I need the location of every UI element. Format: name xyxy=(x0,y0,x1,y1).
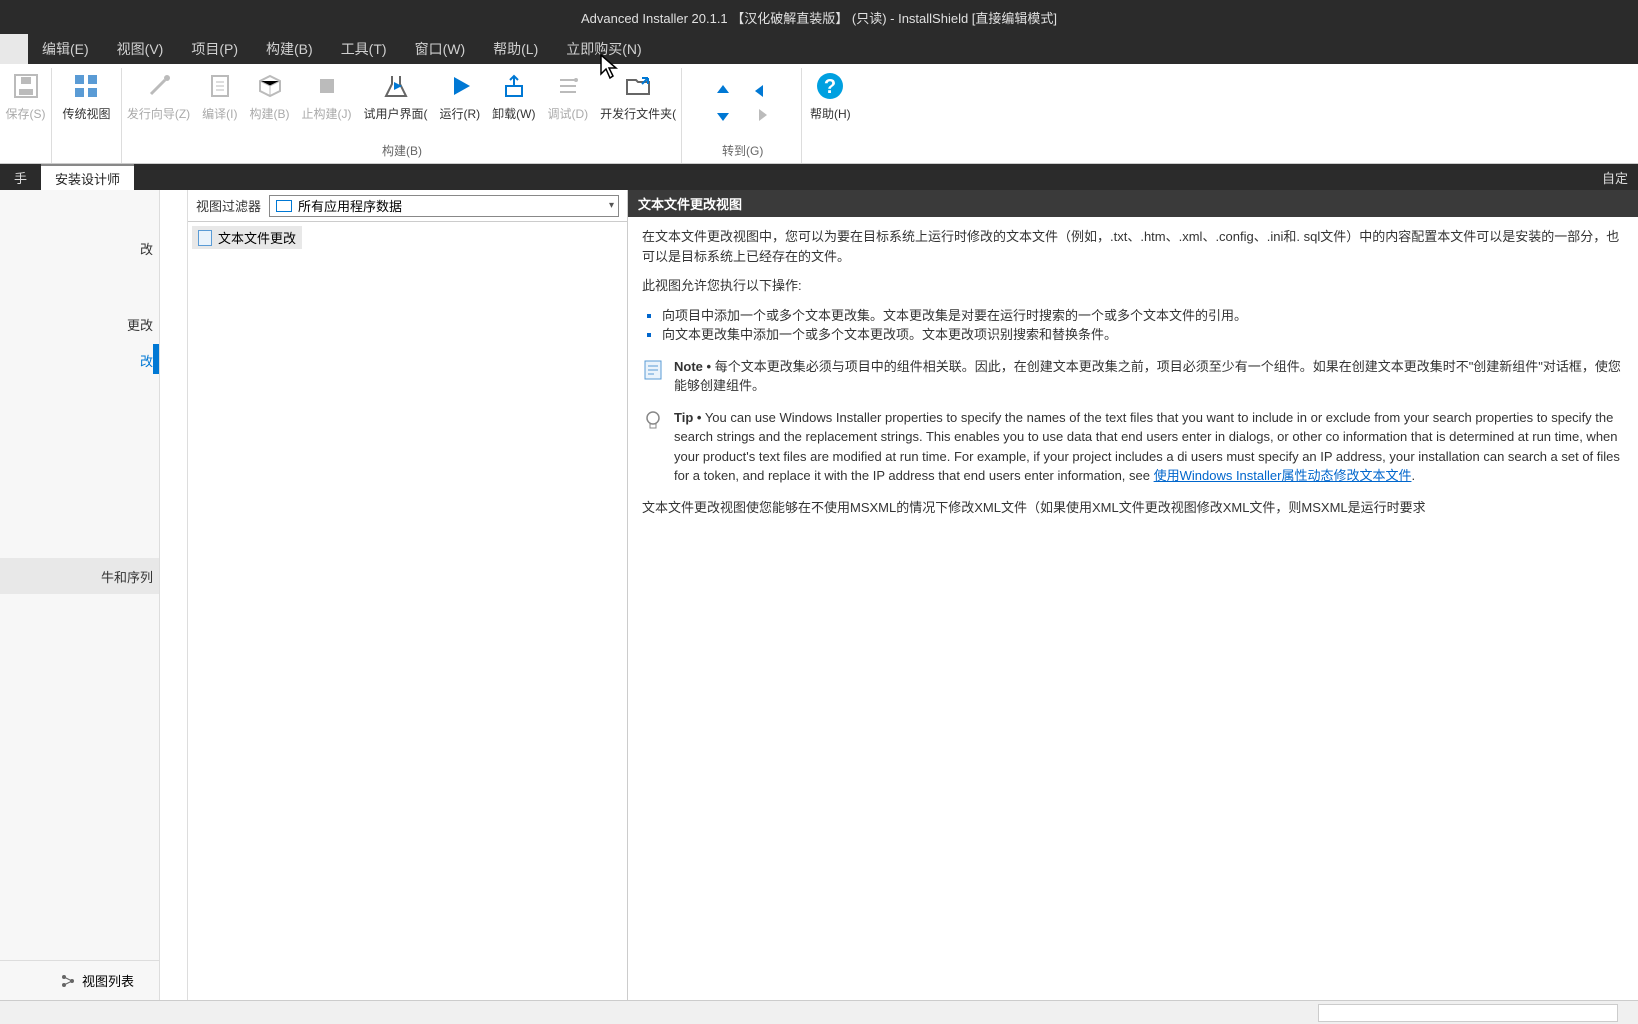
debug-icon xyxy=(552,70,584,102)
test-ui-button[interactable]: 试用户界面( xyxy=(358,68,434,124)
content-p3: 文本文件更改视图使您能够在不使用MSXML的情况下修改XML文件（如果使用XML… xyxy=(642,498,1624,518)
menu-bar: 编辑(E) 视图(V) 项目(P) 构建(B) 工具(T) 窗口(W) 帮助(L… xyxy=(0,34,1638,64)
sidebar-item-active[interactable]: 改 xyxy=(0,342,159,378)
tree-item[interactable]: 文本文件更改 xyxy=(192,226,302,249)
tip-title: Tip • xyxy=(674,410,701,425)
sidebar-item[interactable]: 改 xyxy=(0,230,159,266)
build-button[interactable]: 构建(B) xyxy=(244,68,296,124)
chevron-down-icon: ▾ xyxy=(609,200,614,211)
filter-value: 所有应用程序数据 xyxy=(298,196,402,215)
content-header: 文本文件更改视图 xyxy=(628,190,1638,217)
cube-icon xyxy=(254,70,286,102)
note-title: Note • xyxy=(674,359,711,374)
compile-button[interactable]: 编译(I) xyxy=(196,68,243,124)
tip-block: Tip • You can use Windows Installer prop… xyxy=(642,408,1624,486)
grid-icon xyxy=(70,70,102,102)
content-p2: 此视图允许您执行以下操作: xyxy=(642,276,1624,296)
menu-build[interactable]: 构建(B) xyxy=(252,34,327,64)
menu-window[interactable]: 窗口(W) xyxy=(401,34,480,64)
help-icon: ? xyxy=(814,70,846,102)
traditional-view-button[interactable]: 传统视图 xyxy=(56,68,116,124)
filter-label: 视图过滤器 xyxy=(196,196,261,215)
status-input[interactable] xyxy=(1318,1004,1618,1022)
flask-play-icon xyxy=(380,70,412,102)
ribbon-group-build-label: 构建(B) xyxy=(382,142,422,159)
tree-body: 文本文件更改 xyxy=(188,222,627,1000)
help-button[interactable]: ? 帮助(H) xyxy=(804,68,857,124)
menu-file[interactable] xyxy=(0,34,28,64)
filter-combo[interactable]: 所有应用程序数据 ▾ xyxy=(269,195,619,217)
nav-forward-icon[interactable] xyxy=(752,106,770,124)
note-icon xyxy=(642,357,664,396)
note-body: 每个文本更改集必须与项目中的组件相关联。因此，在创建文本更改集之前，项目必须至少… xyxy=(674,359,1621,394)
monitor-icon xyxy=(276,200,292,212)
title-bar: Advanced Installer 20.1.1 【汉化破解直装版】 (只读)… xyxy=(0,0,1638,34)
filter-bar: 视图过滤器 所有应用程序数据 ▾ xyxy=(188,190,627,222)
nav-up-icon[interactable] xyxy=(714,82,732,100)
stop-build-button[interactable]: 止构建(J) xyxy=(296,68,358,124)
content-li1: 向项目中添加一个或多个文本更改集。文本更改集是对要在运行时搜索的一个或多个文本文… xyxy=(662,306,1624,326)
nav-down-icon[interactable] xyxy=(714,106,732,124)
bulb-icon xyxy=(642,408,664,486)
save-icon xyxy=(10,70,42,102)
release-wizard-button[interactable]: 发行向导(Z) xyxy=(121,68,196,124)
tab-designer[interactable]: 安装设计师 xyxy=(41,164,134,190)
selection-indicator xyxy=(153,344,159,374)
content-p1: 在文本文件更改视图中，您可以为要在目标系统上运行时修改的文本文件（例如，.txt… xyxy=(642,227,1624,266)
nav-back-icon[interactable] xyxy=(752,82,770,100)
save-button[interactable]: 保存(S) xyxy=(0,68,52,124)
window-title: Advanced Installer 20.1.1 【汉化破解直装版】 (只读)… xyxy=(581,8,1057,27)
left-sidebar: 改 更改 改 牛和序列 视图列表 xyxy=(0,190,160,1000)
tab-assistant[interactable]: 手 xyxy=(0,164,41,190)
tab-custom[interactable]: 自定 xyxy=(1602,164,1638,190)
main-area: 改 更改 改 牛和序列 视图列表 视图过滤器 所有应用程序数据 ▾ 文本文件更改 xyxy=(0,190,1638,1000)
tree-pane: 视图过滤器 所有应用程序数据 ▾ 文本文件更改 xyxy=(188,190,628,1000)
tip-link[interactable]: 使用Windows Installer属性动态修改文本文件 xyxy=(1154,468,1412,483)
content-li2: 向文本更改集中添加一个或多个文本更改项。文本更改项识别搜索和替换条件。 xyxy=(662,325,1624,345)
view-list-label: 视图列表 xyxy=(82,971,134,990)
run-button[interactable]: 运行(R) xyxy=(434,68,487,124)
tab-strip: 手 安装设计师 自定 xyxy=(0,164,1638,190)
content-body: 在文本文件更改视图中，您可以为要在目标系统上运行时修改的文本文件（例如，.txt… xyxy=(628,217,1638,537)
note-block: Note • 每个文本更改集必须与项目中的组件相关联。因此，在创建文本更改集之前… xyxy=(642,357,1624,396)
ribbon-toolbar: 保存(S) 传统视图 发行向导(Z) 编译(I) 构建(B) xyxy=(0,64,1638,164)
menu-tools[interactable]: 工具(T) xyxy=(327,34,401,64)
uninstall-button[interactable]: 卸载(W) xyxy=(486,68,541,124)
folder-open-icon xyxy=(622,70,654,102)
tree-icon xyxy=(60,973,76,989)
stop-icon xyxy=(311,70,343,102)
menu-edit[interactable]: 编辑(E) xyxy=(28,34,103,64)
content-pane: 文本文件更改视图 在文本文件更改视图中，您可以为要在目标系统上运行时修改的文本文… xyxy=(628,190,1638,1000)
debug-button[interactable]: 调试(D) xyxy=(542,68,595,124)
tree-item-label: 文本文件更改 xyxy=(218,228,296,247)
menu-buy[interactable]: 立即购买(N) xyxy=(552,34,655,64)
menu-view[interactable]: 视图(V) xyxy=(103,34,178,64)
wand-icon xyxy=(143,70,175,102)
splitter[interactable] xyxy=(160,190,188,1000)
play-icon xyxy=(444,70,476,102)
uninstall-icon xyxy=(498,70,530,102)
sidebar-item[interactable]: 更改 xyxy=(0,306,159,342)
menu-help[interactable]: 帮助(L) xyxy=(479,34,552,64)
sidebar-footer[interactable]: 视图列表 xyxy=(0,960,159,1000)
compile-icon xyxy=(204,70,236,102)
tip-body: You can use Windows Installer properties… xyxy=(674,410,1620,484)
document-icon xyxy=(198,230,212,246)
menu-project[interactable]: 项目(P) xyxy=(177,34,252,64)
ribbon-group-goto-label: 转到(G) xyxy=(722,142,763,159)
svg-text:?: ? xyxy=(824,76,836,98)
open-release-folder-button[interactable]: 开发行文件夹( xyxy=(594,68,682,124)
sidebar-item-sequence[interactable]: 牛和序列 xyxy=(0,558,159,594)
